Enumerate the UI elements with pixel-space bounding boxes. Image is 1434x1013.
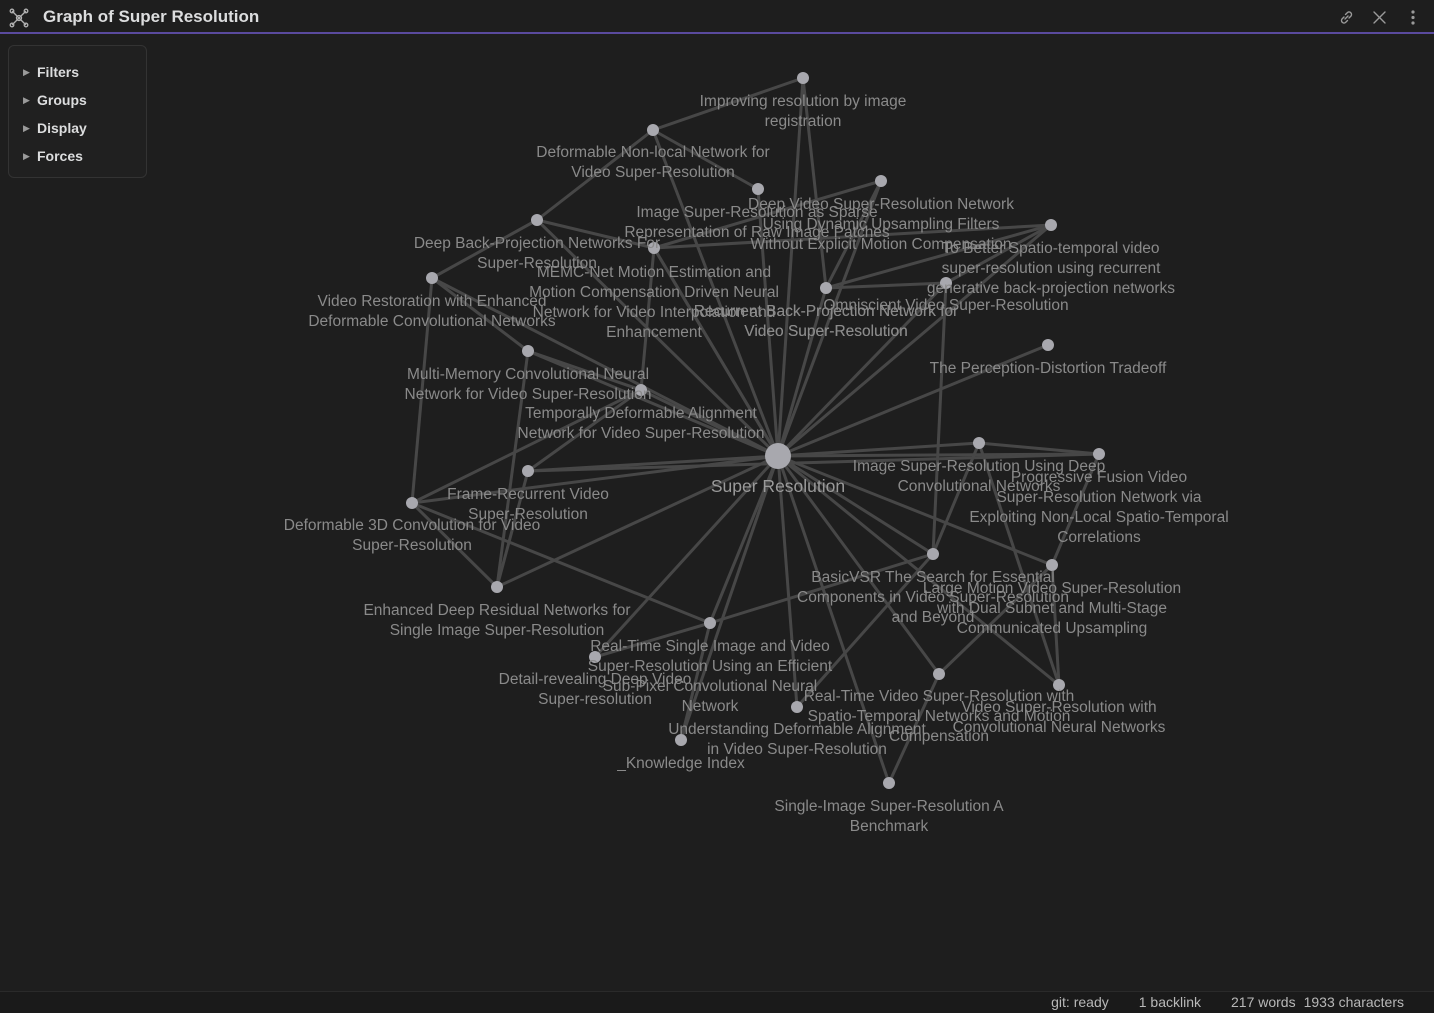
forces-label: Forces — [37, 148, 83, 164]
graph-node-label[interactable]: Super Resolution — [711, 476, 845, 496]
page-title: Graph of Super Resolution — [43, 7, 260, 26]
graph-edge — [978, 441, 1100, 456]
backlink-count[interactable]: 1 backlink — [1139, 994, 1201, 1010]
graph-node-basicvsr[interactable] — [927, 548, 939, 560]
graph-node-understand[interactable] — [791, 701, 803, 713]
graph-node-espcn[interactable] — [704, 617, 716, 629]
title-actions — [1337, 8, 1422, 27]
groups-section[interactable]: ▶ Groups — [9, 86, 146, 114]
character-count: 1933 characters — [1303, 994, 1404, 1010]
display-label: Display — [37, 120, 87, 136]
graph-node-perc[interactable] — [1042, 339, 1054, 351]
link-icon[interactable] — [1337, 8, 1356, 27]
graph-node-label[interactable]: To Better Spatio-temporal video super-res… — [927, 240, 1175, 297]
graph-node-rbpn[interactable] — [820, 282, 832, 294]
graph-node-label[interactable]: Multi-Memory Convolutional Neural Network… — [405, 366, 652, 403]
graph-node-sr[interactable] — [765, 443, 791, 469]
graph-node-srcnn[interactable] — [973, 437, 985, 449]
graph-canvas[interactable]: Super Resolution Improving resolution by … — [0, 36, 1434, 991]
graph-controls-panel: ▶ Filters ▶ Groups ▶ Display ▶ Forces — [8, 45, 147, 178]
graph-node-benchmark[interactable] — [883, 777, 895, 789]
graph-node-edvr[interactable] — [426, 272, 438, 284]
graph-node-dbpn[interactable] — [531, 214, 543, 226]
graph-node-mmcnn[interactable] — [522, 345, 534, 357]
graph-node-label[interactable]: Improving resolution by image registratio… — [700, 93, 907, 130]
graph-node-stvsr[interactable] — [1045, 219, 1057, 231]
triangle-right-icon: ▶ — [23, 94, 30, 105]
graph-node-sparse[interactable] — [752, 183, 764, 195]
graph-node-dnln[interactable] — [647, 124, 659, 136]
graph-node-edsr[interactable] — [491, 581, 503, 593]
more-vertical-icon[interactable] — [1403, 8, 1422, 27]
graph-node-label[interactable]: Understanding Deformable Alignment in Vid… — [668, 721, 926, 758]
graph-node-label[interactable]: Temporally Deformable Alignment Network f… — [518, 405, 765, 442]
groups-label: Groups — [37, 92, 87, 108]
title-bar: Graph of Super Resolution — [0, 0, 1434, 34]
graph-node-label[interactable]: BasicVSR The Search for Essential Compone… — [797, 569, 1069, 626]
graph-node-imreg[interactable] — [797, 72, 809, 84]
display-section[interactable]: ▶ Display — [9, 114, 146, 142]
graph-node-label[interactable]: Enhanced Deep Residual Networks for Singl… — [363, 602, 630, 639]
graph-node-label[interactable]: _Knowledge Index — [616, 755, 745, 772]
forces-section[interactable]: ▶ Forces — [9, 142, 146, 170]
filters-label: Filters — [37, 64, 80, 80]
graph-node-label[interactable]: Omniscient Video Super-Resolution — [823, 297, 1068, 314]
close-icon[interactable] — [1370, 8, 1389, 27]
graph-node-label[interactable]: Deformable Non-local Network for Video Su… — [536, 144, 769, 181]
graph-view[interactable]: Super Resolution Improving resolution by … — [0, 36, 1434, 991]
graph-node-label[interactable]: Single-Image Super-Resolution A Benchmark — [774, 798, 1004, 835]
graph-node-label[interactable]: The Perception-Distortion Tradeoff — [930, 360, 1167, 377]
word-count: 217 words — [1231, 994, 1296, 1010]
triangle-right-icon: ▶ — [23, 122, 30, 133]
graph-node-vespcn[interactable] — [933, 668, 945, 680]
graph-icon — [9, 8, 29, 28]
triangle-right-icon: ▶ — [23, 150, 30, 161]
triangle-right-icon: ▶ — [23, 66, 30, 77]
graph-node-label[interactable]: Large Motion Video Super-Resolution with … — [923, 580, 1181, 637]
status-bar: git: ready 1 backlink 217 words 1933 cha… — [0, 991, 1434, 1013]
filters-section[interactable]: ▶ Filters — [9, 58, 146, 86]
graph-node-d3d[interactable] — [406, 497, 418, 509]
graph-node-frvsr[interactable] — [522, 465, 534, 477]
git-status[interactable]: git: ready — [1051, 994, 1109, 1010]
graph-node-dufvsr[interactable] — [875, 175, 887, 187]
graph-node-label[interactable]: Video Restoration with Enhanced Deformabl… — [308, 293, 556, 330]
